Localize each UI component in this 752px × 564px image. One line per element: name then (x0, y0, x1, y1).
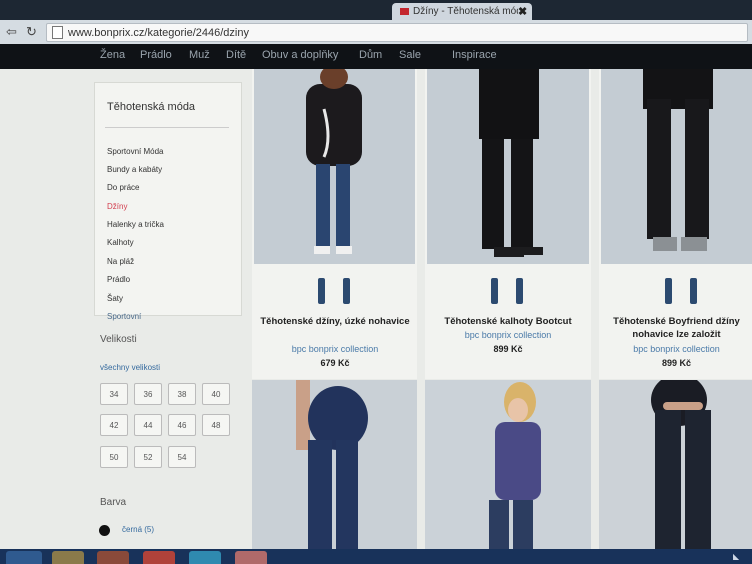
skype-icon[interactable] (189, 551, 221, 564)
product-card[interactable]: Těhotenské džíny, úzké nohavice bpc bonp… (252, 69, 417, 379)
os-taskbar: ◣ (0, 549, 752, 564)
site-nav: Žena Prádlo Muž Dítě Obuv a doplňky Dům … (0, 44, 752, 69)
product-brand[interactable]: bpc bonprix collection (433, 330, 583, 340)
size-button[interactable]: 36 (134, 383, 162, 405)
start-button-icon[interactable] (6, 551, 42, 564)
app-icon[interactable] (235, 551, 267, 564)
nav-item-obuv[interactable]: Obuv a doplňky (262, 49, 338, 61)
tray-icon[interactable]: ◣ (733, 552, 739, 561)
divider (105, 127, 229, 128)
variant-thumb[interactable] (690, 278, 697, 304)
product-card[interactable]: Těhotenské Boyfriend džíny nohavice lze … (599, 69, 752, 379)
product-image[interactable] (425, 380, 591, 549)
explorer-icon[interactable] (52, 551, 84, 564)
nav-item-dite[interactable]: Dítě (226, 49, 246, 61)
browser-tab[interactable]: Džíny - Těhotenská móda ✖ (392, 3, 532, 20)
product-name[interactable]: Těhotenské kalhoty Bootcut (433, 315, 583, 328)
size-button[interactable]: 52 (134, 446, 162, 468)
product-brand[interactable]: bpc bonprix collection (260, 344, 410, 354)
category-link[interactable]: Na pláž (107, 257, 134, 266)
size-button[interactable]: 48 (202, 414, 230, 436)
size-button[interactable]: 40 (202, 383, 230, 405)
size-button[interactable]: 34 (100, 383, 128, 405)
model-figure (651, 380, 711, 549)
product-image[interactable] (252, 380, 417, 549)
tab-title: Džíny - Těhotenská móda (413, 6, 518, 17)
chrome-icon[interactable] (143, 551, 175, 564)
favicon-icon (400, 8, 409, 15)
product-card[interactable]: Těhotenské kalhoty Bootcut bpc bonprix c… (425, 69, 591, 379)
address-bar[interactable]: www.bonprix.cz/kategorie/2446/dziny (46, 23, 748, 42)
product-price: 899 Kč (493, 344, 523, 354)
media-player-icon[interactable] (97, 551, 129, 564)
browser-tabstrip: Džíny - Těhotenská móda ✖ (0, 0, 752, 20)
model-figure (306, 69, 362, 254)
variant-thumb[interactable] (491, 278, 498, 304)
nav-item-dum[interactable]: Dům (359, 49, 382, 61)
product-price: 899 Kč (661, 358, 692, 368)
model-figure (489, 382, 541, 549)
page-icon (52, 26, 63, 39)
url-text: www.bonprix.cz/kategorie/2446/dziny (68, 26, 249, 39)
size-button[interactable]: 38 (168, 383, 196, 405)
product-name[interactable]: Těhotenské džíny, úzké nohavice (260, 315, 410, 328)
size-button[interactable]: 54 (168, 446, 196, 468)
tab-close-icon[interactable]: ✖ (518, 5, 532, 18)
category-link[interactable]: Sportovní Móda (107, 147, 163, 156)
size-button[interactable]: 46 (168, 414, 196, 436)
category-link[interactable]: Do práce (107, 183, 139, 192)
size-button[interactable]: 50 (100, 446, 128, 468)
model-figure (479, 69, 543, 257)
color-thumbs (491, 278, 523, 304)
category-box: Těhotenská móda Sportovní Móda Bundy a k… (94, 82, 242, 321)
color-swatch-black[interactable] (99, 525, 110, 536)
nav-item-inspirace[interactable]: Inspirace (452, 49, 497, 61)
product-image[interactable] (254, 69, 415, 264)
category-link[interactable]: Kalhoty (107, 238, 134, 247)
model-figure (296, 380, 368, 549)
product-image[interactable] (427, 69, 589, 264)
variant-thumb[interactable] (665, 278, 672, 304)
size-button[interactable]: 42 (100, 414, 128, 436)
category-title: Těhotenská móda (107, 101, 196, 113)
product-name[interactable]: Těhotenské Boyfriend džíny nohavice lze … (601, 315, 752, 341)
category-link-active[interactable]: Džíny (107, 202, 127, 211)
product-brand[interactable]: bpc bonprix collection (601, 344, 752, 354)
reload-icon[interactable]: ↻ (26, 24, 37, 40)
model-figure (643, 69, 713, 251)
product-image[interactable] (599, 380, 752, 549)
size-filter-label: Velikosti (100, 334, 137, 345)
color-filter-label: Barva (100, 497, 127, 508)
category-link[interactable]: Šaty (107, 294, 123, 303)
color-thumbs (318, 278, 350, 304)
category-link[interactable]: Halenky a trička (107, 220, 164, 229)
page-content: Těhotenská móda Sportovní Móda Bundy a k… (0, 69, 752, 549)
browser-toolbar: ⇦ ↻ www.bonprix.cz/kategorie/2446/dziny (0, 20, 752, 44)
color-option-label[interactable]: černá (5) (122, 525, 154, 534)
nav-item-sale[interactable]: Sale (399, 49, 421, 61)
variant-thumb[interactable] (343, 278, 350, 304)
nav-item-pradlo[interactable]: Prádlo (140, 49, 172, 61)
category-link[interactable]: Bundy a kabáty (107, 165, 162, 174)
nav-item-zena[interactable]: Žena (100, 49, 125, 61)
nav-item-muz[interactable]: Muž (189, 49, 210, 61)
product-price: 679 Kč (320, 358, 350, 368)
all-sizes-link[interactable]: všechny velikosti (100, 363, 160, 372)
size-button[interactable]: 44 (134, 414, 162, 436)
variant-thumb[interactable] (318, 278, 325, 304)
color-thumbs (665, 278, 697, 304)
category-link[interactable]: Sportovní (107, 312, 141, 321)
product-image[interactable] (601, 69, 752, 264)
category-link[interactable]: Prádlo (107, 275, 130, 284)
back-arrow-icon[interactable]: ⇦ (6, 24, 17, 40)
variant-thumb[interactable] (516, 278, 523, 304)
